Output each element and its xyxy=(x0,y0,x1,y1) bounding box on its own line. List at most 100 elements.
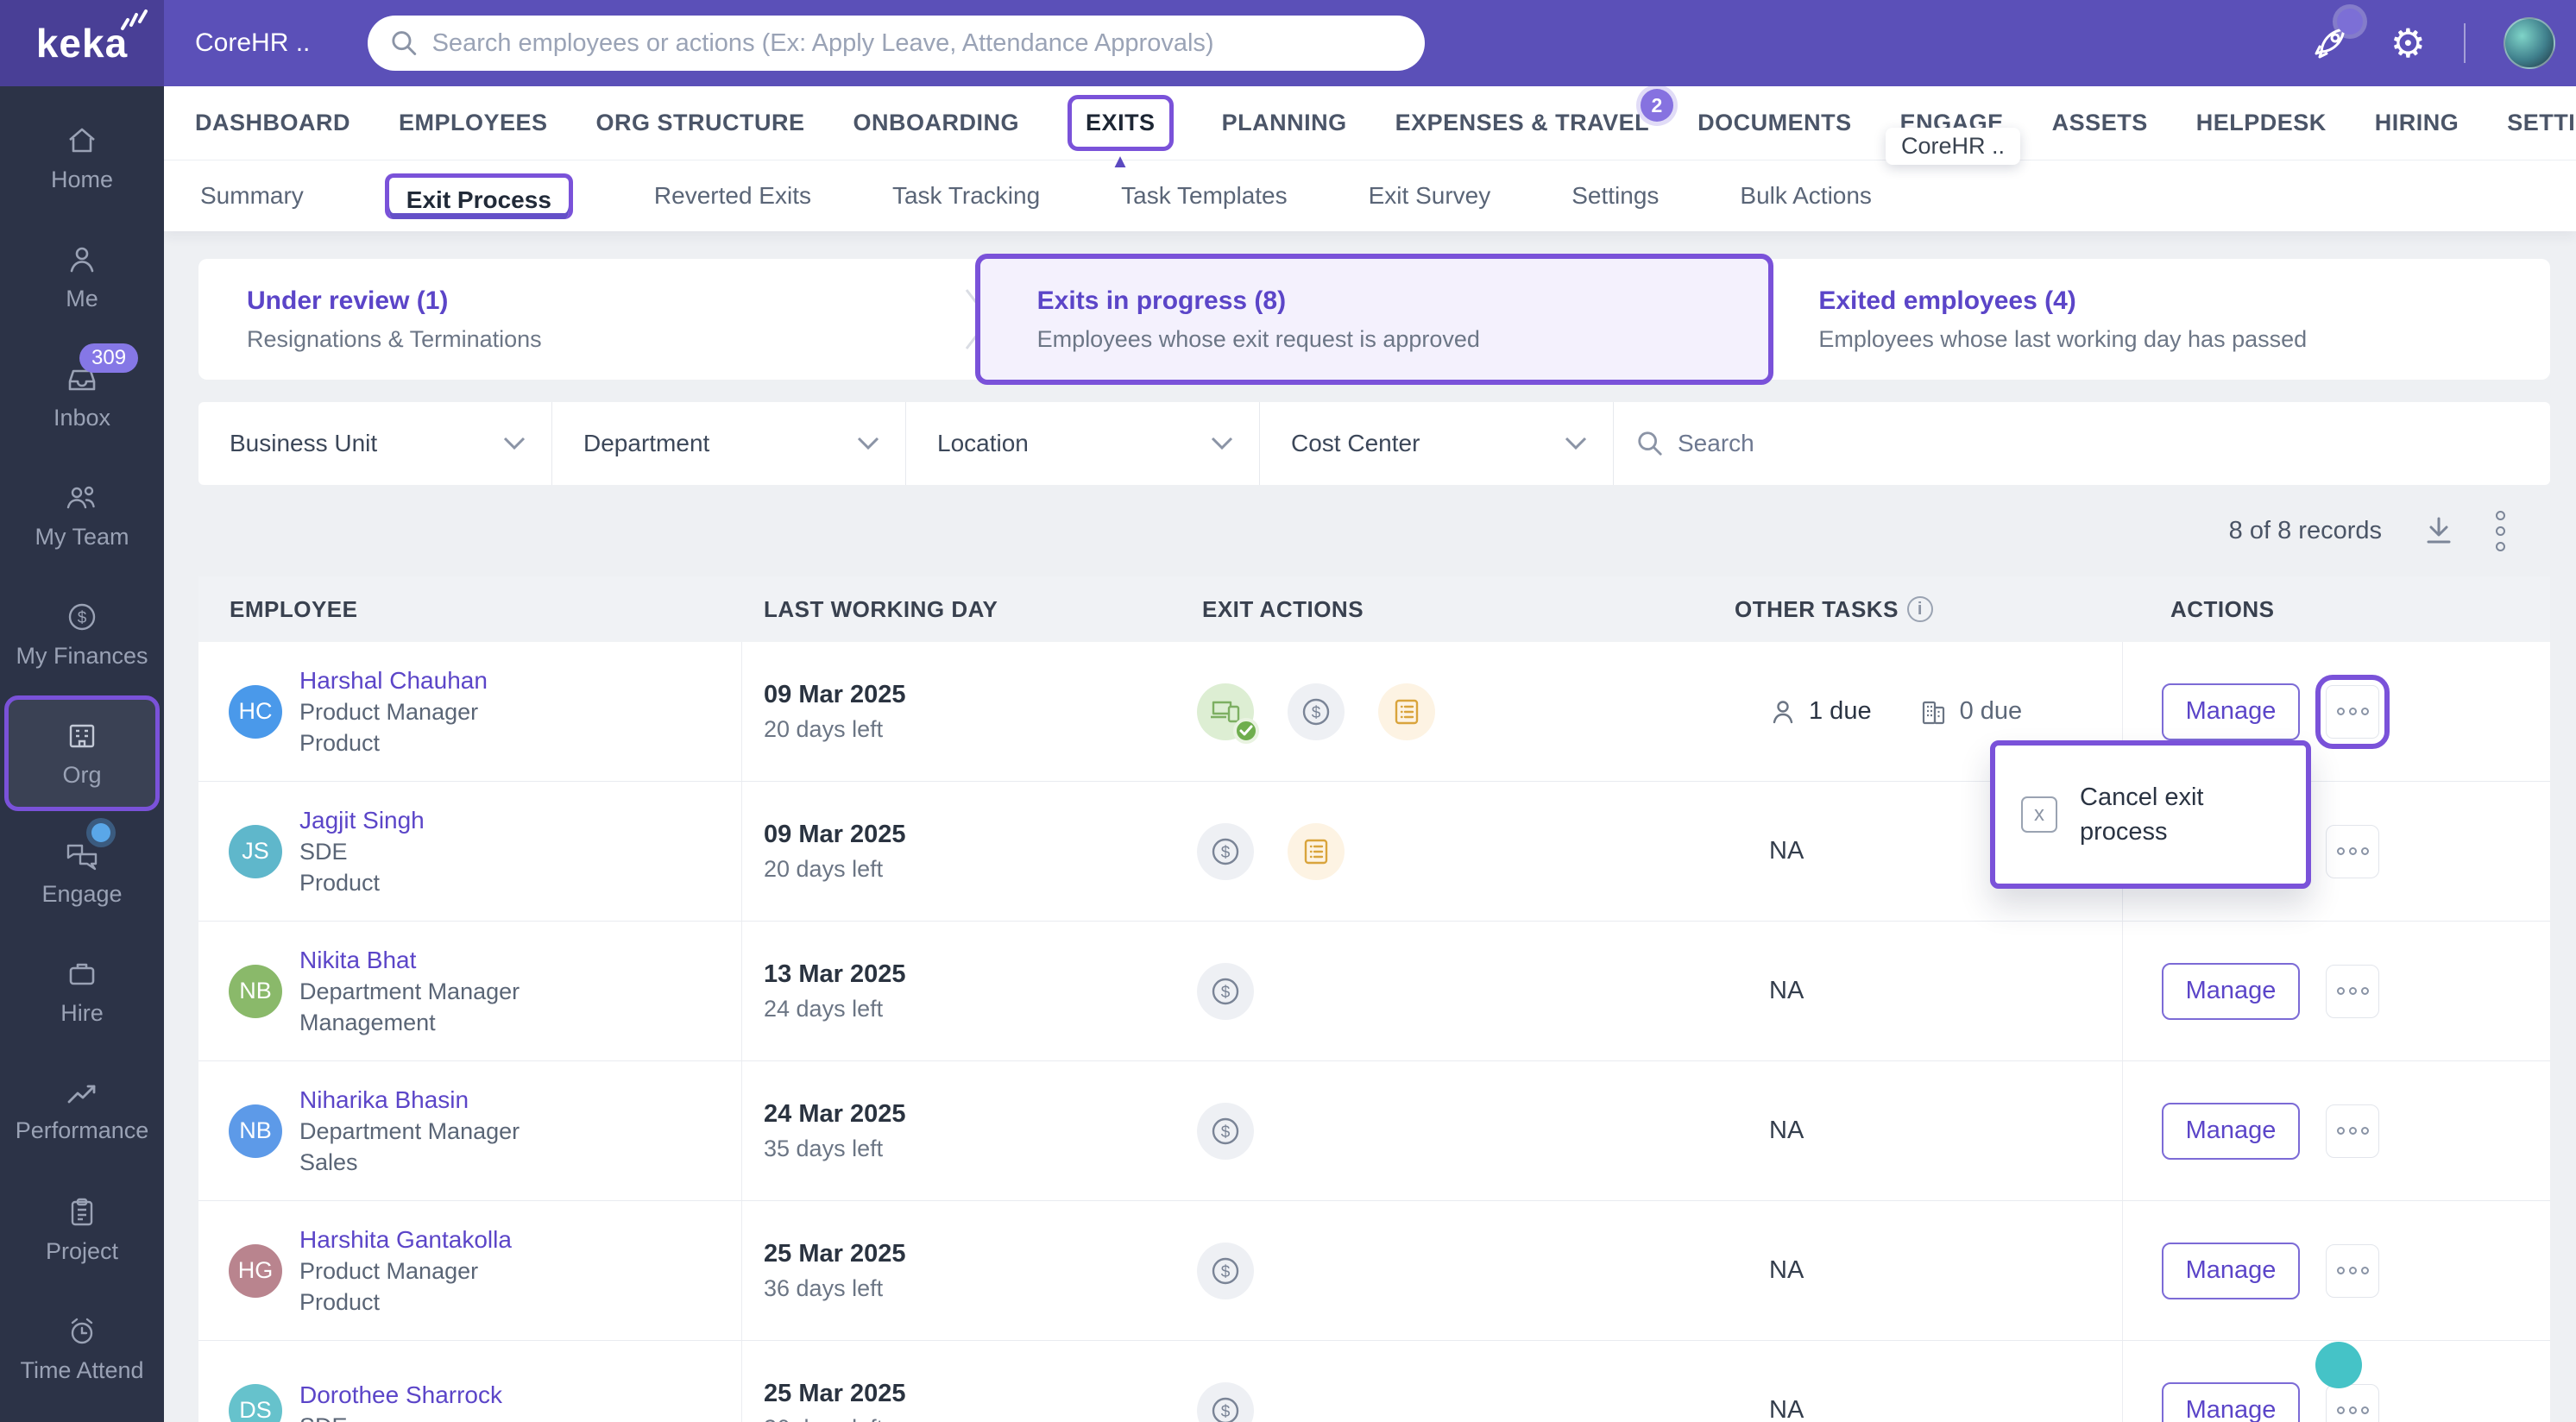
exit-action-payroll-icon[interactable]: $ xyxy=(1197,822,1254,880)
table-header: EMPLOYEE LAST WORKING DAY EXIT ACTIONS O… xyxy=(198,576,2550,642)
col-exit-actions: EXIT ACTIONS xyxy=(1202,595,1364,622)
employee-name-link[interactable]: Harshita Gantakolla xyxy=(299,1226,512,1254)
nav-exits[interactable]: EXITS ▲ xyxy=(1068,95,1174,172)
global-search[interactable] xyxy=(368,16,1425,71)
nav-assets[interactable]: ASSETS xyxy=(2052,110,2148,136)
employee-role: Department Manager xyxy=(299,978,520,1004)
tab-summary[interactable]: Summary xyxy=(200,182,304,210)
tab-task-templates[interactable]: Task Templates xyxy=(1121,182,1287,210)
exit-action-payroll-icon[interactable]: $ xyxy=(1288,683,1345,740)
sidebar-item-my-finances[interactable]: $ My Finances xyxy=(0,583,164,685)
settings-gear-icon[interactable]: ⚙ xyxy=(2390,23,2426,63)
manage-button[interactable]: Manage xyxy=(2162,683,2300,740)
global-search-input[interactable] xyxy=(431,28,1402,58)
employee-name-link[interactable]: Nikita Bhat xyxy=(299,947,520,974)
nav-employees[interactable]: EMPLOYEES xyxy=(399,110,548,136)
table-options-kebab-button[interactable] xyxy=(2496,510,2505,551)
sidebar-item-project[interactable]: Project xyxy=(0,1179,164,1280)
exit-action-assets-icon[interactable] xyxy=(1197,683,1259,744)
sidebar-item-performance[interactable]: Performance xyxy=(0,1060,164,1161)
row-kebab-menu-button[interactable] xyxy=(2326,1104,2379,1158)
row-kebab-menu-button[interactable] xyxy=(2326,824,2379,878)
nav-expenses-travel[interactable]: EXPENSES & TRAVEL 2 xyxy=(1395,89,1674,136)
table-search[interactable] xyxy=(1614,402,2550,485)
search-icon xyxy=(392,31,417,55)
top-header-bar: keka CoreHR .. ⚙ xyxy=(0,0,2576,86)
search-icon xyxy=(1638,431,1662,456)
filter-cost-center[interactable]: Cost Center xyxy=(1260,402,1614,485)
sidebar-item-home[interactable]: Home xyxy=(0,107,164,209)
nav-settings[interactable]: SETTINGS xyxy=(2507,110,2576,136)
employee-name-link[interactable]: Niharika Bhasin xyxy=(299,1086,520,1114)
sidebar-item-inbox[interactable]: 309 Inbox xyxy=(0,343,164,447)
tab-reverted-exits[interactable]: Reverted Exits xyxy=(654,182,811,210)
records-count: 8 of 8 records xyxy=(2228,516,2382,544)
filter-location[interactable]: Location xyxy=(906,402,1260,485)
nav-helpdesk[interactable]: HELPDESK xyxy=(2196,110,2327,136)
days-left: 36 days left xyxy=(764,1415,883,1422)
filter-business-unit[interactable]: Business Unit xyxy=(198,402,552,485)
exit-action-payroll-icon[interactable]: $ xyxy=(1197,1242,1254,1299)
col-other-tasks: OTHER TASKS i xyxy=(1735,596,2123,623)
profile-avatar[interactable] xyxy=(2504,17,2555,69)
employee-name-link[interactable]: Dorothee Sharrock xyxy=(299,1381,502,1409)
col-last-working-day: LAST WORKING DAY xyxy=(764,595,998,622)
nav-documents[interactable]: DOCUMENTS xyxy=(1697,110,1852,136)
col-employee: EMPLOYEE xyxy=(230,595,358,622)
exit-action-checklist-icon[interactable] xyxy=(1288,822,1345,880)
employee-role: Product Manager xyxy=(299,1257,479,1284)
manage-button[interactable]: Manage xyxy=(2162,1381,2300,1422)
person-due-count: 1 due xyxy=(1809,697,1872,725)
sidebar-item-hire[interactable]: Hire xyxy=(0,941,164,1042)
nav-org-structure[interactable]: ORG STRUCTURE xyxy=(596,110,805,136)
last-working-day: 09 Mar 2025 xyxy=(764,680,906,708)
info-icon[interactable]: i xyxy=(1906,596,1933,622)
row-kebab-menu-button[interactable] xyxy=(2315,674,2390,749)
nav-dashboard[interactable]: DASHBOARD xyxy=(195,110,350,136)
cancel-exit-process-menu-item[interactable]: Cancel exit process xyxy=(2080,780,2226,849)
sidebar-item-my-team[interactable]: My Team xyxy=(0,464,164,566)
row-kebab-menu-button[interactable] xyxy=(2326,964,2379,1018)
whats-new-button[interactable] xyxy=(2308,9,2363,66)
exit-action-payroll-icon[interactable]: $ xyxy=(1197,1381,1254,1422)
manage-button[interactable]: Manage xyxy=(2162,1242,2300,1299)
stage-exited-employees[interactable]: Exited employees (4) Employees whose las… xyxy=(1770,259,2551,380)
manage-button[interactable]: Manage xyxy=(2162,1102,2300,1160)
filter-department[interactable]: Department xyxy=(552,402,906,485)
tab-exit-process[interactable]: Exit Process xyxy=(384,173,573,219)
manage-button[interactable]: Manage xyxy=(2162,962,2300,1020)
download-icon[interactable] xyxy=(2422,513,2456,548)
stage-under-review[interactable]: Under review (1) Resignations & Terminat… xyxy=(198,259,979,380)
employee-name-link[interactable]: Harshal Chauhan xyxy=(299,667,488,695)
row-kebab-menu-button[interactable] xyxy=(2326,1383,2379,1422)
nav-onboarding[interactable]: ONBOARDING xyxy=(853,110,1020,136)
nav-planning[interactable]: PLANNING xyxy=(1222,110,1347,136)
employee-department: Sales xyxy=(299,1148,358,1175)
exit-action-payroll-icon[interactable]: $ xyxy=(1197,1102,1254,1160)
exit-action-payroll-icon[interactable]: $ xyxy=(1197,962,1254,1020)
notification-dot xyxy=(2336,9,2363,35)
row-kebab-menu-button[interactable] xyxy=(2326,1243,2379,1298)
trend-up-icon xyxy=(67,1085,96,1103)
tab-task-tracking[interactable]: Task Tracking xyxy=(892,182,1040,210)
org-tasks-icon xyxy=(1922,701,1944,724)
sidebar-item-engage[interactable]: Engage xyxy=(0,821,164,923)
filter-bar: Business Unit Department Location Cost C… xyxy=(198,402,2550,485)
tab-bulk-actions[interactable]: Bulk Actions xyxy=(1740,182,1872,210)
svg-text:$: $ xyxy=(1221,984,1231,1002)
stage-exits-in-progress[interactable]: Exits in progress (8) Employees whose ex… xyxy=(974,254,1774,385)
sidebar-item-me[interactable]: Me xyxy=(0,226,164,328)
nav-hiring[interactable]: HIRING xyxy=(2375,110,2459,136)
svg-text:$: $ xyxy=(1221,1123,1231,1142)
employee-role: SDE xyxy=(299,1413,502,1422)
tab-exit-survey[interactable]: Exit Survey xyxy=(1369,182,1491,210)
product-switcher[interactable]: CoreHR .. xyxy=(195,28,359,58)
sidebar-item-time-attend[interactable]: Time Attend xyxy=(0,1298,164,1400)
sidebar-item-org[interactable]: Org xyxy=(4,695,160,811)
exit-action-checklist-icon[interactable] xyxy=(1378,683,1435,740)
other-tasks-na: NA xyxy=(1769,1117,1804,1144)
employee-name-link[interactable]: Jagjit Singh xyxy=(299,807,425,834)
brand-logo[interactable]: keka xyxy=(0,0,164,86)
tab-settings[interactable]: Settings xyxy=(1571,182,1659,210)
table-search-input[interactable] xyxy=(1678,430,2501,457)
